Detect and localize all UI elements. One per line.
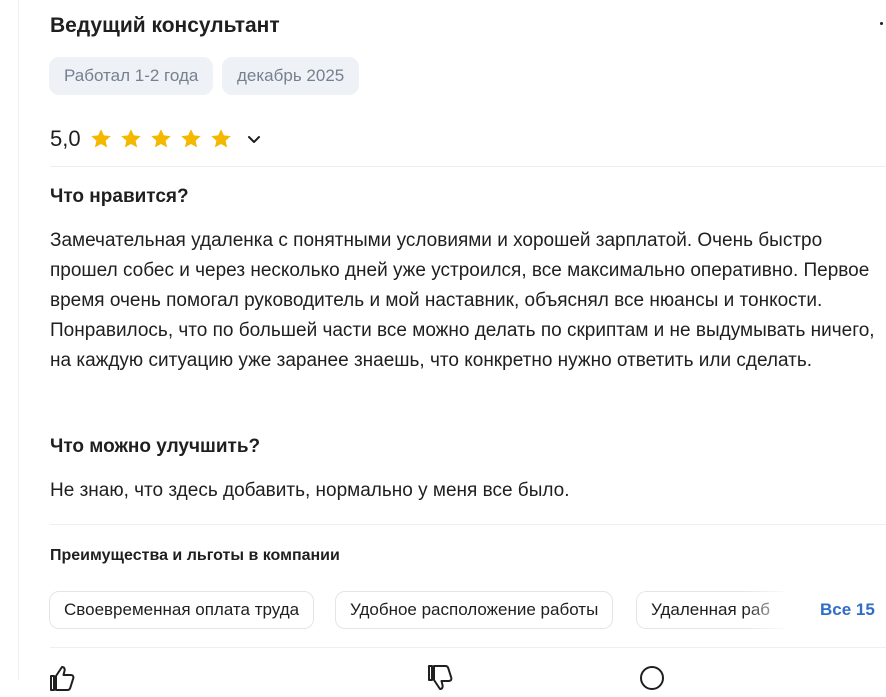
star-icon [179,127,203,151]
benefits-heading: Преимущества и льготы в компании [50,547,340,564]
all-benefits-link[interactable]: Все 15 [820,600,875,620]
improve-text: Не знаю, что здесь добавить, нормально у… [50,480,570,501]
chevron-down-icon[interactable] [245,130,263,148]
divider [50,647,886,648]
dislike-icon[interactable] [426,664,454,692]
likes-text: Замечательная удаленка с понятными услов… [50,230,875,371]
star-icon [119,127,143,151]
like-icon[interactable] [48,664,76,692]
rating-value: 5,0 [50,126,81,151]
star-icon [89,127,113,151]
benefit-chip[interactable]: Удаленная раб [636,591,792,629]
rating-stars [89,127,239,151]
star-icon [149,127,173,151]
divider [50,524,886,525]
card-left-border [18,0,19,680]
comment-icon[interactable] [638,664,666,692]
divider [50,166,886,167]
improve-heading: Что можно улучшить? [50,436,261,457]
likes-heading: Что нравится? [50,186,189,207]
date-tag: декабрь 2025 [222,57,360,95]
review-title: Ведущий консультант [50,14,280,37]
more-options-icon[interactable] [880,22,883,25]
benefit-chip[interactable]: Своевременная оплата труда [49,591,315,629]
star-icon [209,127,233,151]
rating-row[interactable]: 5,0 [50,122,263,156]
benefit-chip[interactable]: Удобное расположение работы [335,591,614,629]
experience-tag: Работал 1-2 года [49,57,214,95]
